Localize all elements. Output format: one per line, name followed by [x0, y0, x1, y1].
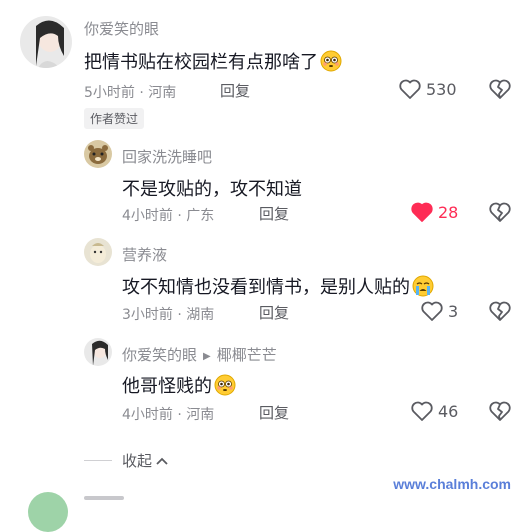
- comment-time: 4小时前: [122, 208, 173, 224]
- comment-meta: 5小时前 · 河南: [84, 82, 176, 102]
- comment-text: 不是攻贴的，攻不知道: [122, 179, 302, 200]
- collapse-label: 收起: [122, 452, 153, 470]
- collapse-button[interactable]: 收起: [122, 450, 168, 471]
- heart-outline-icon: [411, 401, 433, 421]
- reply-button[interactable]: 回复: [259, 402, 289, 423]
- avatar[interactable]: [20, 16, 72, 68]
- meta-dot: ·: [172, 307, 187, 323]
- meta-dot: ·: [172, 407, 187, 423]
- like-count: 3: [448, 302, 459, 321]
- avatar[interactable]: [84, 338, 112, 366]
- comment-text: 把情书贴在校园栏有点那啥了: [84, 48, 342, 77]
- comment-text-content: 他哥怪贱的: [122, 376, 212, 397]
- collapse-divider: [84, 460, 112, 461]
- like-count: 46: [438, 402, 459, 421]
- dislike-button[interactable]: [488, 78, 512, 100]
- comment-username-line: 你爱笑的眼 ▶ 椰椰芒芒: [122, 344, 277, 365]
- comment-meta: 4小时前 · 河南: [122, 404, 214, 424]
- like-button[interactable]: [410, 201, 434, 223]
- comment-time: 5小时前: [84, 85, 135, 101]
- heart-outline-icon: [399, 79, 421, 99]
- meta-dot: ·: [134, 85, 149, 101]
- username-peek: [84, 496, 124, 500]
- flushed-emoji-icon: [214, 374, 236, 401]
- comment-username[interactable]: 你爱笑的眼: [84, 18, 159, 39]
- reply-button[interactable]: 回复: [220, 80, 250, 101]
- reply-to-username[interactable]: 椰椰芒芒: [217, 346, 277, 364]
- comment-location: 河南: [186, 407, 215, 423]
- like-count: 530: [426, 80, 457, 99]
- comment-text: 他哥怪贱的: [122, 372, 236, 401]
- dislike-button[interactable]: [488, 201, 512, 223]
- like-button[interactable]: [410, 400, 434, 422]
- broken-heart-icon: [489, 401, 511, 421]
- like-button[interactable]: [420, 300, 444, 322]
- dislike-button[interactable]: [488, 300, 512, 322]
- dislike-button[interactable]: [488, 400, 512, 422]
- like-count: 28: [438, 203, 459, 222]
- watermark: www.chalmh.com: [393, 476, 511, 492]
- chevron-up-icon: [156, 451, 168, 469]
- broken-heart-icon: [489, 79, 511, 99]
- comment-username[interactable]: 你爱笑的眼: [122, 346, 197, 364]
- like-button[interactable]: [398, 78, 422, 100]
- avatar[interactable]: [84, 238, 112, 266]
- comment-username[interactable]: 回家洗洗睡吧: [122, 146, 212, 167]
- comment-text: 攻不知情也没看到情书，是别人贴的: [122, 273, 434, 302]
- comment-meta: 4小时前 · 广东: [122, 205, 214, 225]
- comment-text-content: 攻不知情也没看到情书，是别人贴的: [122, 277, 410, 298]
- heart-filled-icon: [411, 202, 433, 222]
- comment-location: 河南: [148, 85, 177, 101]
- reply-arrow-icon: ▶: [203, 351, 211, 362]
- comment-location: 湖南: [186, 307, 215, 323]
- meta-dot: ·: [172, 208, 187, 224]
- comment-time: 3小时前: [122, 307, 173, 323]
- reply-button[interactable]: 回复: [259, 203, 289, 224]
- broken-heart-icon: [489, 202, 511, 222]
- comment-text-content: 把情书贴在校园栏有点那啥了: [84, 52, 318, 73]
- comment-location: 广东: [186, 208, 215, 224]
- broken-heart-icon: [489, 301, 511, 321]
- crying-emoji-icon: [412, 275, 434, 302]
- comment-time: 4小时前: [122, 407, 173, 423]
- comment-meta: 3小时前 · 湖南: [122, 304, 214, 324]
- author-liked-badge: 作者赞过: [84, 108, 145, 129]
- avatar[interactable]: [28, 492, 68, 532]
- comment-username[interactable]: 营养液: [122, 244, 167, 265]
- avatar[interactable]: [84, 140, 112, 168]
- heart-outline-icon: [421, 301, 443, 321]
- flushed-emoji-icon: [320, 50, 342, 77]
- reply-button[interactable]: 回复: [259, 302, 289, 323]
